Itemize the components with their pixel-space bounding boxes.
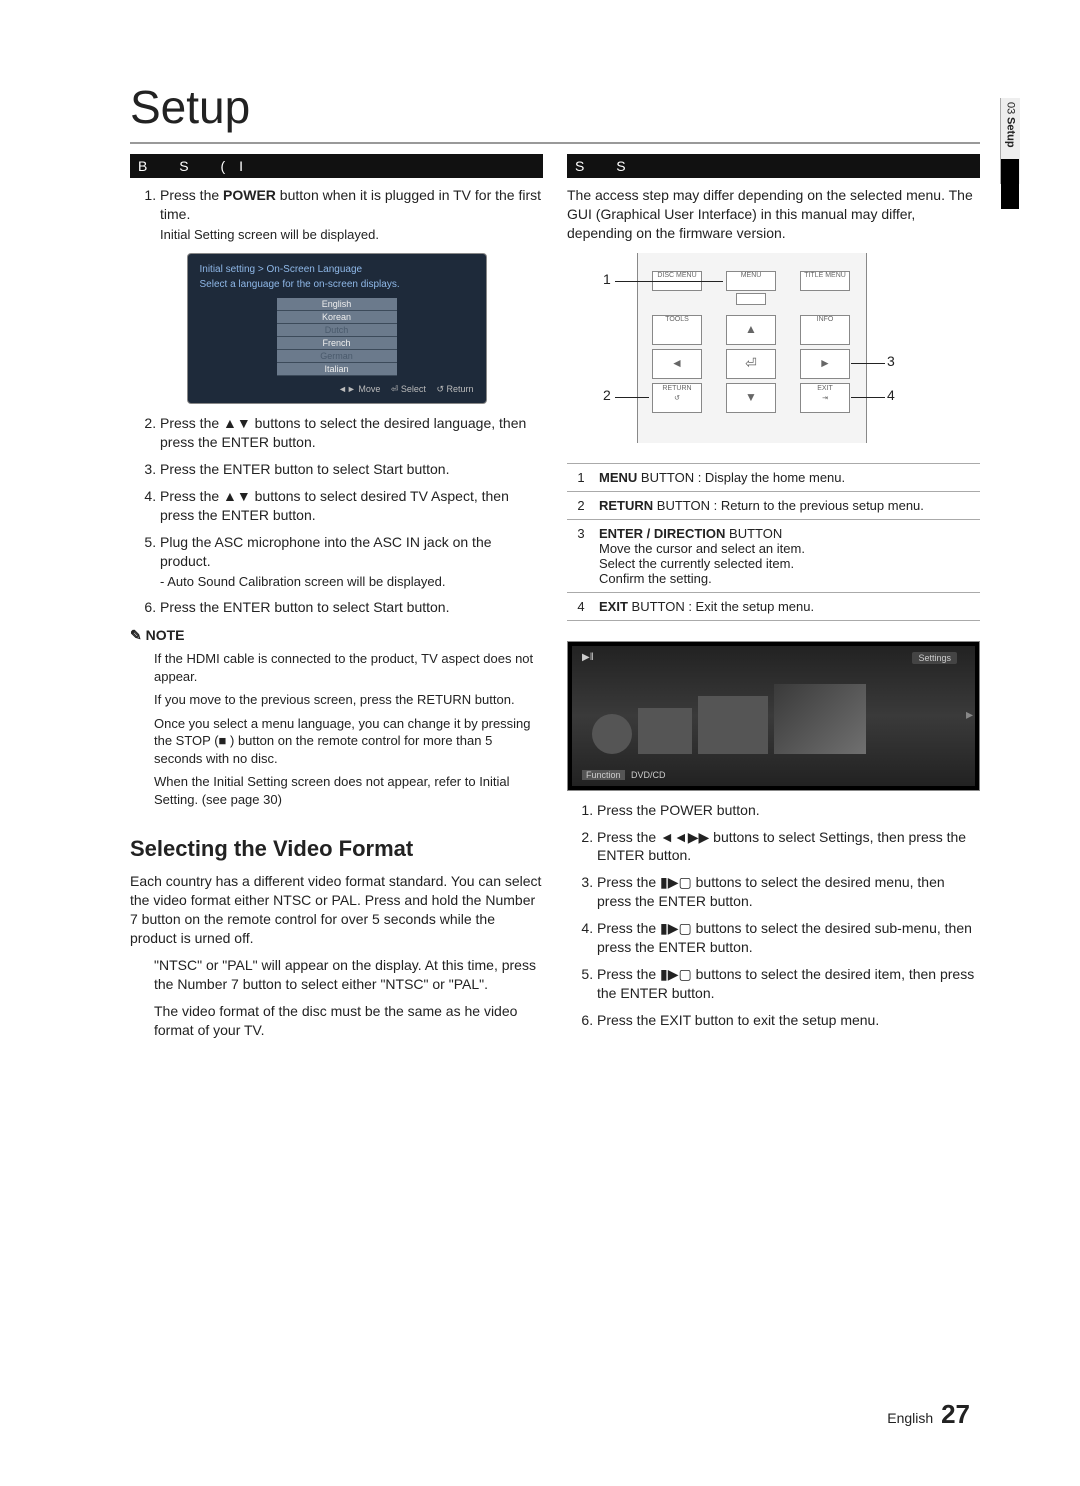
remote-title-menu: TITLE MENU — [800, 271, 850, 291]
lang-item-english[interactable]: English — [277, 298, 397, 311]
rstep-1: Press the POWER button. — [597, 801, 980, 820]
tv-screenshot: ▶‖ Settings ▸ Function DVD/CD — [567, 641, 980, 791]
cell-return: RETURN BUTTON : Return to the previous s… — [595, 491, 980, 519]
video-format-heading: Selecting the Video Format — [130, 836, 543, 862]
play-pause-icon: ▶‖ — [582, 652, 594, 663]
lang-item-korean[interactable]: Korean — [277, 311, 397, 324]
callout-4: 4 — [887, 387, 895, 403]
rstep-3: Press the ▮▶▢ buttons to select the desi… — [597, 873, 980, 911]
vf-para-1: Each country has a different video forma… — [130, 872, 543, 948]
vf-indent: "NTSC" or "PAL" will appear on the displ… — [130, 956, 543, 1040]
remote-right: ► — [800, 349, 850, 379]
step-2: Press the ▲▼ buttons to select the desir… — [160, 414, 543, 452]
note-3: Once you select a menu language, you can… — [154, 715, 543, 768]
lang-item-german[interactable]: German — [277, 350, 397, 363]
footer-lang: English — [887, 1410, 933, 1426]
vf-para-2: "NTSC" or "PAL" will appear on the displ… — [154, 956, 543, 994]
left-steps-2: Press the ▲▼ buttons to select the desir… — [130, 414, 543, 617]
hint-move: ◄► Move — [338, 384, 380, 394]
remote-diagram: DISC MENU MENU TITLE MENU TOOLS ▲ INFO ◄… — [567, 253, 980, 453]
language-list: English Korean Dutch French German Itali… — [277, 298, 397, 376]
function-chip: Function — [582, 770, 625, 780]
left-steps-1: Press the POWER button when it is plugge… — [130, 186, 543, 243]
right-intro: The access step may differ depending on … — [567, 186, 980, 243]
chapter-label: Setup — [1005, 117, 1017, 148]
language-dialog: Initial setting > On-Screen Language Sel… — [187, 253, 487, 404]
lang-item-dutch[interactable]: Dutch — [277, 324, 397, 337]
side-tab: 03 Setup — [1000, 98, 1020, 184]
remote-left: ◄ — [652, 349, 702, 379]
note-2: If you move to the previous screen, pres… — [154, 691, 543, 709]
table-row: 4EXIT BUTTON : Exit the setup menu. — [567, 592, 980, 620]
cell-menu: MENU BUTTON : Display the home menu. — [595, 463, 980, 491]
cell-enter: ENTER / DIRECTION BUTTONMove the cursor … — [595, 519, 980, 592]
dialog-footer: ◄► Move ⏎ Select ↺ Return — [200, 384, 474, 395]
caret-right-icon: ▸ — [966, 706, 973, 723]
rstep-6: Press the EXIT button to exit the setup … — [597, 1011, 980, 1030]
step-6: Press the ENTER button to select Start b… — [160, 598, 543, 617]
table-row: 1MENU BUTTON : Display the home menu. — [567, 463, 980, 491]
remote-info: INFO — [800, 315, 850, 345]
note-4: When the Initial Setting screen does not… — [154, 773, 543, 808]
tv-tiles — [592, 684, 969, 754]
button-table: 1MENU BUTTON : Display the home menu. 2R… — [567, 463, 980, 621]
step-4: Press the ▲▼ buttons to select desired T… — [160, 487, 543, 525]
note-1: If the HDMI cable is connected to the pr… — [154, 650, 543, 685]
dialog-subtitle: Select a language for the on-screen disp… — [200, 279, 474, 290]
hint-select: ⏎ Select — [391, 384, 426, 394]
tv-footer: Function DVD/CD — [582, 770, 666, 780]
page-footer: English 27 — [887, 1399, 970, 1430]
chapter-number: 03 — [1005, 98, 1017, 114]
step-3: Press the ENTER button to select Start b… — [160, 460, 543, 479]
dialog-breadcrumb: Initial setting > On-Screen Language — [200, 264, 474, 275]
remote-tools: TOOLS — [652, 315, 702, 345]
right-section-bar: S S — [567, 154, 980, 178]
right-column: S S The access step may differ depending… — [567, 154, 980, 1048]
step-5: Plug the ASC microphone into the ASC IN … — [160, 533, 543, 590]
footer-page: 27 — [941, 1399, 970, 1429]
remote-enter: ⏎ — [726, 349, 776, 379]
remote-up: ▲ — [726, 315, 776, 345]
mode-label: DVD/CD — [631, 770, 666, 780]
remote-return: RETURN↺ — [652, 383, 702, 413]
note-heading: NOTE — [130, 627, 543, 644]
title-rule — [130, 142, 980, 144]
remote-down: ▼ — [726, 383, 776, 413]
left-section-bar: B S (I — [130, 154, 543, 178]
step-1: Press the POWER button when it is plugge… — [160, 186, 543, 243]
remote-exit: EXIT⇥ — [800, 383, 850, 413]
table-row: 2RETURN BUTTON : Return to the previous … — [567, 491, 980, 519]
hint-return: ↺ Return — [436, 384, 473, 394]
lang-item-italian[interactable]: Italian — [277, 363, 397, 376]
right-steps: Press the POWER button. Press the ◄◄▶▶ b… — [567, 801, 980, 1030]
callout-2: 2 — [603, 387, 611, 403]
lang-item-french[interactable]: French — [277, 337, 397, 350]
table-row: 3ENTER / DIRECTION BUTTONMove the cursor… — [567, 519, 980, 592]
cell-exit: EXIT BUTTON : Exit the setup menu. — [595, 592, 980, 620]
thumb-index-icon — [1001, 159, 1019, 209]
callout-1: 1 — [603, 271, 611, 287]
vf-para-3: The video format of the disc must be the… — [154, 1002, 543, 1040]
left-column: B S (I Press the POWER button when it is… — [130, 154, 543, 1048]
callout-3: 3 — [887, 353, 895, 369]
rstep-4: Press the ▮▶▢ buttons to select the desi… — [597, 919, 980, 957]
settings-chip: Settings — [912, 652, 957, 664]
remote-menu: MENU — [726, 271, 776, 291]
page-title: Setup — [130, 80, 980, 134]
remote-menu-sub — [736, 293, 766, 305]
note-body: If the HDMI cable is connected to the pr… — [130, 650, 543, 808]
rstep-2: Press the ◄◄▶▶ buttons to select Setting… — [597, 828, 980, 866]
rstep-5: Press the ▮▶▢ buttons to select the desi… — [597, 965, 980, 1003]
